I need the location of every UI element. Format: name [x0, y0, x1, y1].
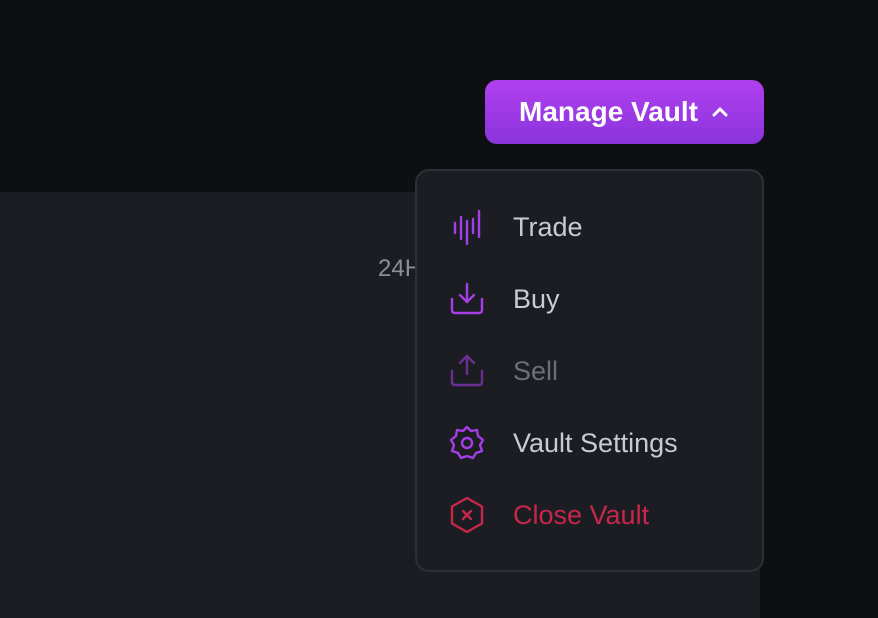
manage-vault-button[interactable]: Manage Vault: [485, 80, 764, 144]
app-page: 24H Manage Vault Trade Buy Sell Vault Se…: [0, 0, 878, 618]
menu-item-label: Vault Settings: [513, 427, 678, 458]
menu-item-buy[interactable]: Buy: [447, 277, 560, 321]
menu-item-label: Close Vault: [513, 499, 650, 530]
manage-vault-label: Manage Vault: [519, 96, 698, 127]
upload-tray-icon: [447, 351, 487, 391]
manage-vault-menu: Trade Buy Sell Vault Settings Close Vaul…: [415, 169, 764, 572]
menu-item-label: Buy: [513, 283, 560, 314]
menu-item-trade[interactable]: Trade: [447, 205, 583, 249]
menu-item-sell[interactable]: Sell: [447, 349, 558, 393]
download-tray-icon: [447, 279, 487, 319]
menu-item-vault-settings[interactable]: Vault Settings: [447, 421, 678, 465]
hexagon-x-icon: [447, 495, 487, 535]
chevron-up-icon: [710, 102, 730, 122]
menu-item-label: Trade: [513, 211, 583, 242]
menu-item-close-vault[interactable]: Close Vault: [447, 493, 649, 537]
gear-icon: [447, 423, 487, 463]
menu-item-label: Sell: [513, 355, 559, 386]
trade-bars-icon: [447, 207, 487, 247]
